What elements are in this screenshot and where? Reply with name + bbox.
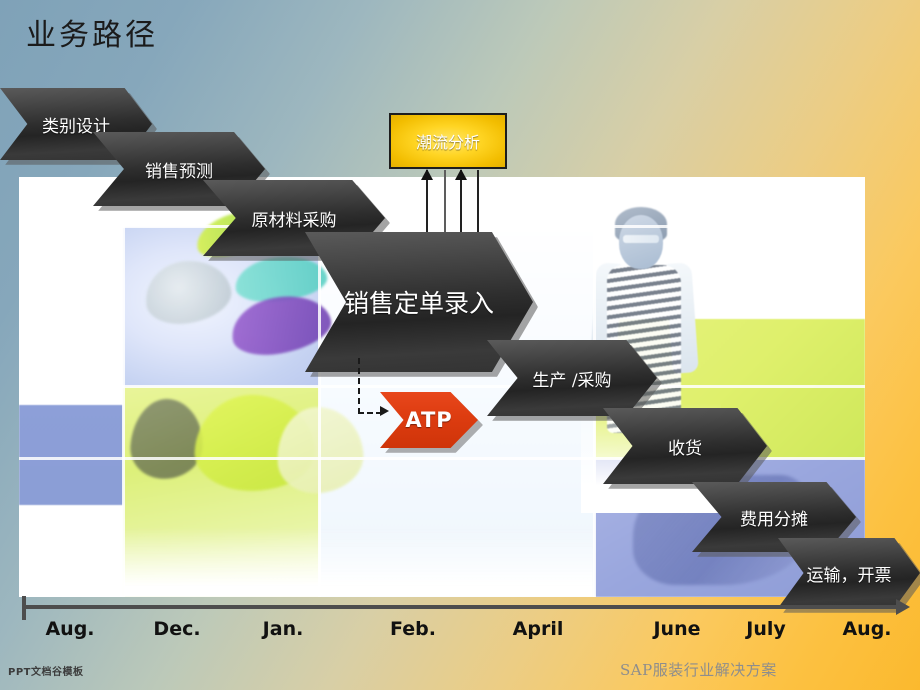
timeline-label-3: Feb. — [390, 618, 436, 640]
timeline-label-7: Aug. — [842, 618, 892, 640]
trend-analysis-label: 潮流分析 — [415, 133, 480, 152]
collage-bottom-fade — [123, 527, 593, 597]
atp-connector-vertical — [358, 358, 360, 414]
atp-connector-horizontal — [358, 412, 382, 414]
timeline-arrow-icon — [896, 599, 910, 615]
timeline-label-0: Aug. — [45, 618, 95, 640]
arrow-head-up-icon — [421, 169, 433, 180]
collage-divider-h2 — [19, 385, 865, 388]
collage-block-blue-left — [19, 405, 123, 505]
timeline-label-5: June — [653, 618, 701, 640]
timeline-label-2: Jan. — [262, 618, 304, 640]
atp-label: ATP — [405, 408, 453, 432]
process-step-label: 销售预测 — [145, 161, 213, 182]
timeline-label-4: April — [512, 618, 564, 640]
timeline-axis — [22, 605, 900, 609]
atp-connector-arrow-icon — [380, 406, 389, 416]
slide-canvas: 业务路径 类别设计 销售预测 原材料采购 销售定单录入 生产 /采购 收货 费用… — [0, 0, 920, 690]
trend-analysis-box[interactable]: 潮流分析 — [389, 113, 507, 169]
arrow-head-up-icon — [455, 169, 467, 180]
page-title: 业务路径 — [26, 18, 158, 53]
footer-logo: PPT文档谷模板 — [8, 667, 84, 678]
timeline-label-6: July — [746, 618, 786, 640]
timeline-label-1: Dec. — [153, 618, 201, 640]
footer-solution-name: SAP服装行业解决方案 — [620, 661, 777, 679]
sunglasses-icon — [623, 235, 659, 243]
